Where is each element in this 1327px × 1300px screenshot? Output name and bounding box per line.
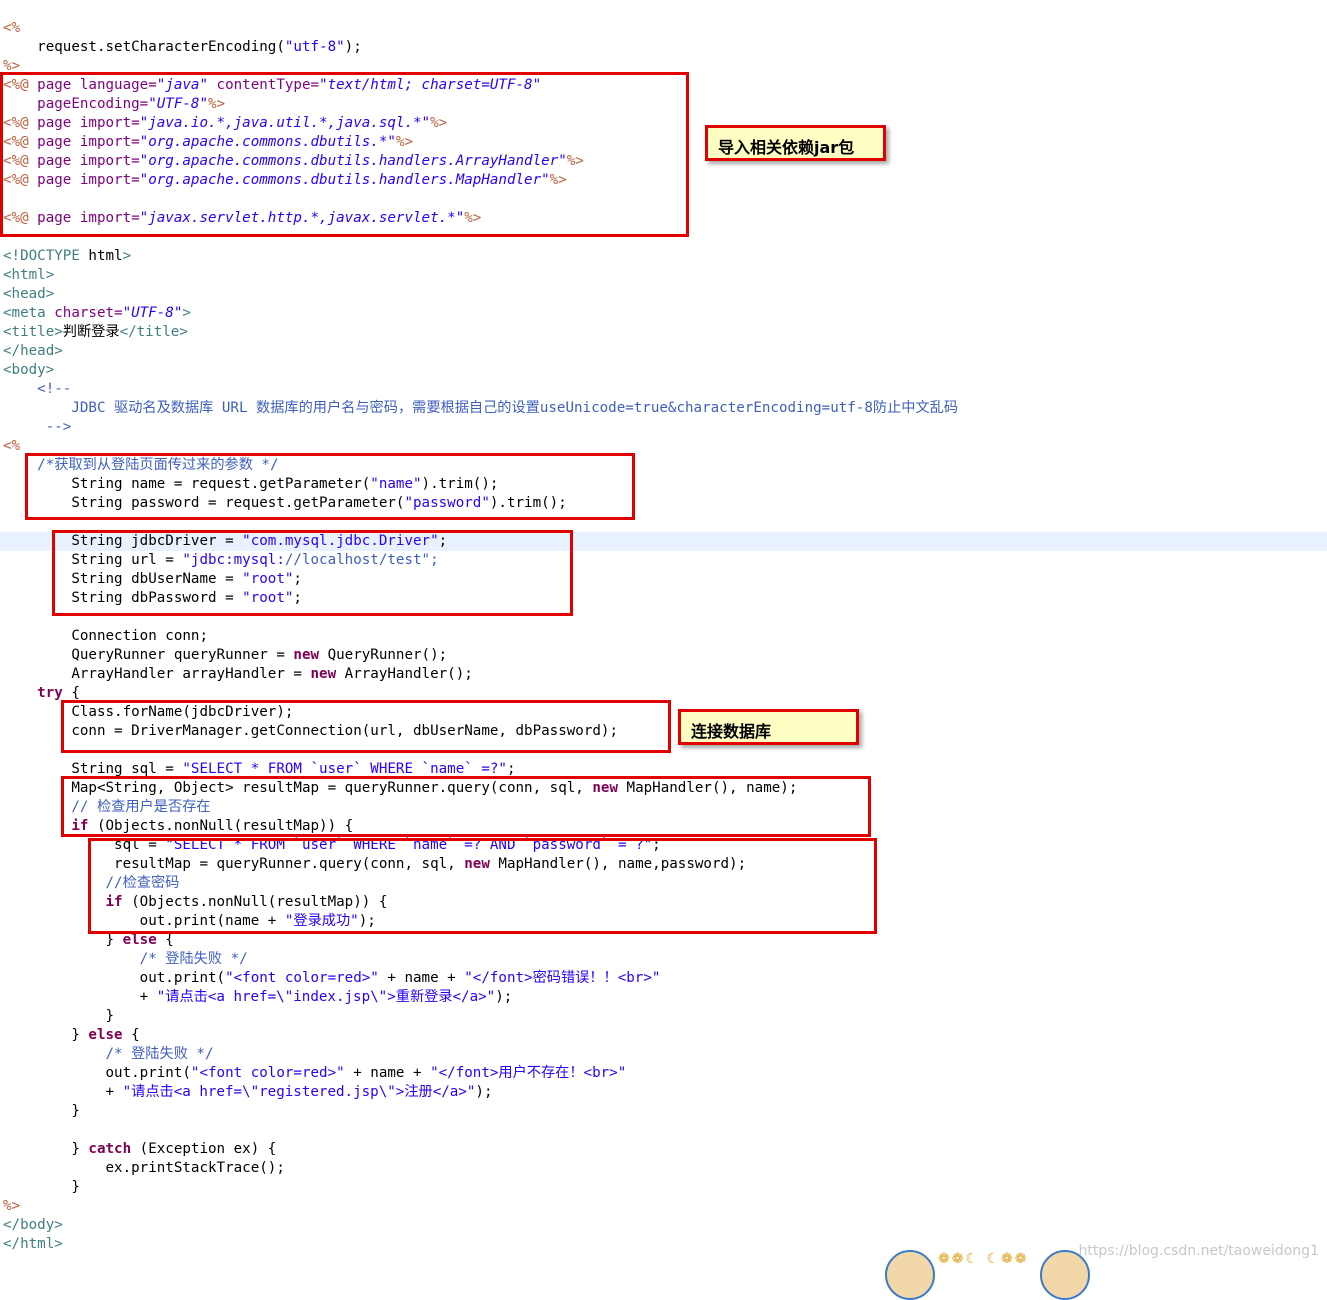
code-line: JDBC 驱动名及数据库 URL 数据库的用户名与密码，需要根据自己的设置use… bbox=[3, 400, 959, 416]
imports-highlight-box bbox=[0, 72, 689, 237]
code-line: } bbox=[3, 1008, 115, 1024]
code-line: } else { bbox=[3, 1027, 140, 1043]
code-line: QueryRunner queryRunner = new QueryRunne… bbox=[3, 647, 448, 663]
code-line: Connection conn; bbox=[3, 628, 208, 644]
params-highlight-box bbox=[25, 453, 635, 520]
code-line: <!-- bbox=[3, 381, 72, 397]
code-line: </html> bbox=[3, 1236, 63, 1252]
connect-highlight-box bbox=[61, 700, 671, 753]
code-line: + "请点击<a href=\"index.jsp\">重新登录</a>"); bbox=[3, 989, 513, 1005]
import-jar-note: 导入相关依赖jar包 bbox=[705, 125, 886, 161]
code-line: %> bbox=[3, 1198, 21, 1214]
code-line: <meta charset="UTF-8"> bbox=[3, 305, 191, 321]
code-line: ex.printStackTrace(); bbox=[3, 1160, 285, 1176]
watermark: https://blog.csdn.net/taoweidong1 bbox=[1078, 1243, 1319, 1259]
code-line: <!DOCTYPE html> bbox=[3, 248, 132, 264]
code-line: --> bbox=[3, 419, 72, 435]
code-line: <html> bbox=[3, 267, 55, 283]
code-line: request.setCharacterEncoding("utf-8"); bbox=[3, 39, 362, 55]
db-config-highlight-box bbox=[52, 530, 573, 616]
code-line: } bbox=[3, 1103, 80, 1119]
code-line: out.print("<font color=red>" + name + "<… bbox=[3, 1065, 627, 1081]
code-line: </body> bbox=[3, 1217, 63, 1233]
code-line: <head> bbox=[3, 286, 55, 302]
code-line: } catch (Exception ex) { bbox=[3, 1141, 277, 1157]
code-line: <% bbox=[3, 20, 21, 36]
avatar-icon bbox=[885, 1250, 935, 1300]
code-line: /* 登陆失败 */ bbox=[139, 951, 248, 967]
check-password-highlight-box bbox=[88, 838, 877, 934]
code-line: <body> bbox=[3, 362, 55, 378]
connect-db-note: 连接数据库 bbox=[678, 709, 859, 745]
code-line: } bbox=[3, 1179, 80, 1195]
code-line: <title>判断登录</title> bbox=[3, 324, 188, 340]
code-line: ArrayHandler arrayHandler = new ArrayHan… bbox=[3, 666, 473, 682]
code-line: </head> bbox=[3, 343, 63, 359]
code-line: + "请点击<a href=\"registered.jsp\">注册</a>"… bbox=[3, 1084, 493, 1100]
query-user-highlight-box bbox=[61, 776, 871, 837]
decoration-icon: ❁❁☾ ☾❁❁ bbox=[938, 1251, 1029, 1267]
code-line: out.print("<font color=red>" + name + "<… bbox=[3, 970, 661, 986]
code-line: /* 登陆失败 */ bbox=[105, 1046, 214, 1062]
code-line: <% bbox=[3, 438, 21, 454]
